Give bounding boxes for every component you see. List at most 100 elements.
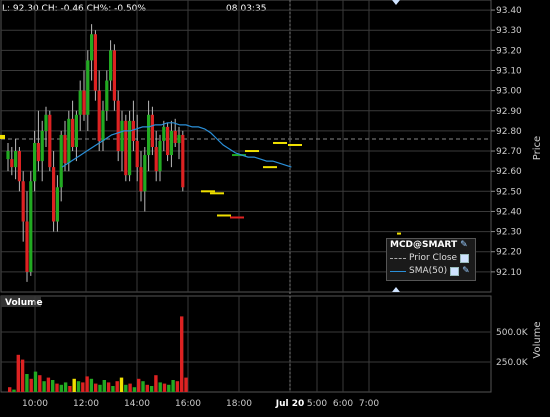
volume-bar: [106, 382, 111, 392]
volume-bar: [184, 377, 188, 392]
volume-bar: [158, 382, 162, 392]
volume-bar: [119, 377, 124, 392]
chart-area[interactable]: L: 92.30 CH: -0.46 CH%: -0.50% 08:03:35 Vo…: [0, 0, 550, 413]
volume-bar: [89, 378, 94, 392]
after-hours-tick: [245, 150, 259, 153]
pin-icon[interactable]: ✎: [460, 240, 468, 250]
candle-body: [78, 90, 82, 115]
candle-body: [67, 118, 71, 164]
price-volume-chart[interactable]: L: 92.30 CH: -0.46 CH%: -0.50% 08:03:35 Vo…: [0, 0, 550, 413]
volume-bar: [55, 383, 59, 392]
y-tick-label: 93.10: [496, 66, 522, 76]
after-hours-tick: [273, 141, 287, 144]
candle-body: [93, 34, 97, 91]
after-hours-tick: [263, 166, 277, 169]
volume-bar: [72, 378, 76, 392]
candle-body: [101, 110, 105, 141]
volume-bar: [25, 374, 29, 392]
volume-bar: [171, 380, 175, 392]
volume-bar: [16, 354, 20, 392]
x-tick-label: 18:00: [226, 399, 252, 409]
candle-body: [128, 120, 132, 176]
candle-body: [63, 134, 67, 164]
candle-body: [55, 187, 59, 222]
candle-body: [147, 114, 151, 156]
candle-body: [177, 134, 181, 143]
x-tick-label: 12:00: [73, 399, 99, 409]
candle-body: [44, 114, 48, 131]
volume-bar: [102, 380, 106, 392]
candle-body: [105, 80, 109, 111]
y-tick-label: 93.20: [496, 46, 522, 56]
candle-body: [112, 50, 116, 101]
volume-title: Volume: [5, 298, 43, 308]
volume-bar: [162, 383, 167, 392]
candle-body: [14, 151, 18, 168]
candle-body: [10, 159, 14, 168]
candle-body: [116, 100, 120, 152]
candle-body: [181, 134, 185, 188]
y-tick-label: 92.50: [496, 187, 522, 197]
candle-body: [97, 90, 101, 141]
x-tick-label: 14:00: [124, 399, 150, 409]
y-tick-label: 93.40: [496, 6, 522, 16]
legend-label: Prior Close: [409, 253, 458, 263]
x-tick-label: Jul 20: [275, 399, 305, 409]
candle-body: [90, 34, 94, 61]
y-tick-label: 93.00: [496, 87, 522, 97]
candle-body: [86, 60, 90, 115]
y-tick-label: 93.30: [496, 26, 522, 36]
y-tick-label: 92.70: [496, 147, 522, 157]
candle-body: [169, 130, 173, 156]
volume-bar: [145, 384, 149, 392]
volume-bar: [167, 384, 171, 392]
checkbox-icon[interactable]: [450, 266, 460, 276]
candle-body: [36, 142, 40, 162]
legend[interactable]: MCD@SMART ✎ Prior Close SMA(50) ✎: [386, 238, 476, 281]
after-hours-tick: [397, 232, 401, 235]
legend-item-sma[interactable]: SMA(50) ✎: [390, 266, 470, 276]
candle-body: [124, 120, 128, 176]
y-tick-label: 92.60: [496, 167, 522, 177]
candle-body: [158, 140, 162, 172]
after-hours-tick: [201, 190, 215, 193]
legend-item-prior-close[interactable]: Prior Close: [390, 253, 470, 263]
volume-bar: [115, 381, 119, 392]
volume-axis-label: Volume: [532, 321, 543, 358]
candle-body: [131, 120, 135, 141]
candle-body: [33, 142, 37, 182]
volume-bar: [42, 381, 46, 392]
x-tick-label: 7:00: [359, 399, 379, 409]
volume-bar: [81, 382, 85, 392]
scroll-marker-icon: [392, 287, 400, 292]
after-hours-tick: [217, 214, 231, 217]
volume-bar: [149, 386, 154, 392]
candle-body: [52, 167, 56, 222]
candle-body: [166, 126, 170, 156]
x-tick-label: 16:00: [175, 399, 201, 409]
x-tick-label: 10:00: [22, 399, 48, 409]
volume-bar: [8, 387, 12, 392]
candle-body: [59, 134, 63, 188]
volume-bar: [111, 386, 115, 392]
candle-body: [6, 151, 10, 160]
volume-bar: [38, 375, 42, 392]
volume-bar: [20, 359, 25, 392]
volume-bar: [128, 383, 132, 392]
legend-title: MCD@SMART ✎: [390, 240, 468, 250]
checkbox-icon[interactable]: [460, 253, 470, 263]
volume-bar: [46, 377, 51, 392]
legend-label: SMA(50): [409, 266, 448, 276]
candle-body: [109, 50, 113, 81]
volume-bar: [141, 381, 145, 392]
y-tick-label: 92.20: [496, 248, 522, 258]
volume-tick-label: 250.0K: [496, 358, 529, 368]
candle-body: [21, 181, 25, 222]
candle-body: [71, 118, 75, 148]
y-tick-label: 92.40: [496, 207, 522, 217]
price-marker-icon: [0, 134, 5, 139]
volume-bar: [29, 378, 33, 392]
candle-body: [48, 114, 52, 168]
pin-icon[interactable]: ✎: [462, 266, 470, 276]
y-tick-label: 92.80: [496, 127, 522, 137]
